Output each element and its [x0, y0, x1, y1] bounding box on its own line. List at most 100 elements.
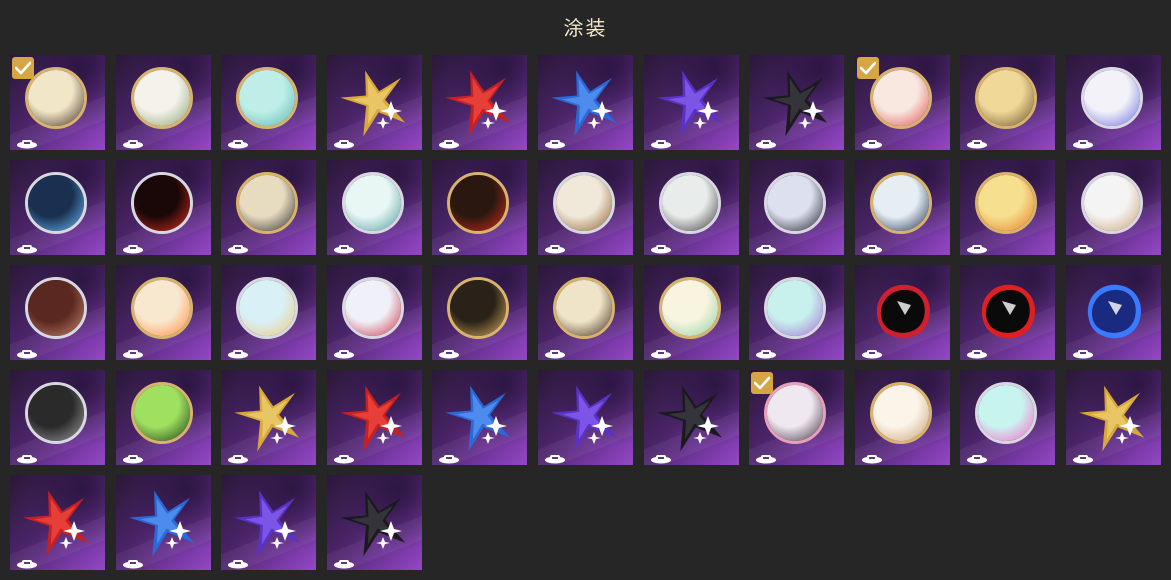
vehicle-icon — [966, 344, 988, 359]
skin-tile[interactable] — [537, 370, 633, 465]
emblem-red-flame-icon — [130, 172, 193, 234]
skin-tile[interactable] — [854, 55, 950, 150]
skin-tile[interactable] — [10, 160, 105, 255]
skin-tile[interactable] — [10, 55, 105, 150]
star-purple-icon — [233, 485, 305, 557]
vehicle-icon — [122, 134, 144, 149]
vehicle-icon — [438, 449, 460, 464]
vehicle-icon — [650, 344, 672, 359]
skin-tile[interactable] — [115, 160, 211, 255]
vehicle-icon — [1072, 344, 1094, 359]
skin-tile[interactable] — [537, 160, 633, 255]
skin-tile[interactable] — [854, 265, 950, 360]
vehicle-icon — [755, 239, 777, 254]
skin-grid — [10, 55, 1161, 570]
emblem-blonde-girl-icon — [236, 277, 299, 339]
emblem-gold-rocket-icon — [447, 277, 510, 339]
vehicle-icon — [438, 239, 460, 254]
skin-tile[interactable] — [1065, 265, 1161, 360]
skin-tile[interactable] — [1065, 160, 1161, 255]
skin-tile[interactable] — [115, 475, 211, 570]
vehicle-icon — [544, 449, 566, 464]
skin-tile[interactable] — [115, 370, 211, 465]
vehicle-icon — [16, 554, 38, 569]
emblem-gold-claw-icon — [552, 277, 615, 339]
star-red-icon — [444, 65, 516, 137]
vehicle-icon — [122, 449, 144, 464]
skin-tile[interactable] — [643, 265, 739, 360]
skin-tile[interactable] — [221, 475, 317, 570]
skin-tile[interactable] — [854, 370, 950, 465]
skin-tile[interactable] — [326, 370, 422, 465]
skin-tile[interactable] — [10, 475, 105, 570]
vehicle-icon — [544, 134, 566, 149]
skin-tile[interactable] — [10, 370, 105, 465]
skin-tile[interactable] — [326, 265, 422, 360]
red-masked-hero-icon — [972, 275, 1044, 347]
star-black-icon — [656, 380, 728, 452]
checkmark-icon — [12, 57, 34, 79]
emblem-chibi-group-icon — [1080, 172, 1143, 234]
star-blue-icon — [444, 380, 516, 452]
skin-tile[interactable] — [749, 160, 845, 255]
skin-tile[interactable] — [643, 160, 739, 255]
star-blue-icon — [550, 65, 622, 137]
vehicle-icon — [16, 449, 38, 464]
skin-tile[interactable] — [643, 370, 739, 465]
emblem-mint-dragon-icon — [341, 172, 404, 234]
star-gold-icon — [1078, 380, 1150, 452]
vehicle-icon — [861, 134, 883, 149]
skin-tile[interactable] — [221, 265, 317, 360]
skin-tile[interactable] — [326, 55, 422, 150]
skin-tile[interactable] — [749, 55, 845, 150]
vehicle-icon — [227, 449, 249, 464]
skin-tile[interactable] — [432, 160, 528, 255]
star-black-icon — [339, 485, 411, 557]
skin-tile[interactable] — [221, 370, 317, 465]
skin-tile[interactable] — [326, 475, 422, 570]
emblem-cream-dog-icon — [869, 382, 932, 444]
skin-tile[interactable] — [432, 55, 528, 150]
skin-tile[interactable] — [749, 370, 845, 465]
skin-tile[interactable] — [643, 55, 739, 150]
vehicle-icon — [861, 239, 883, 254]
skin-tile[interactable] — [10, 265, 105, 360]
skin-tile[interactable] — [1065, 55, 1161, 150]
page-title: 涂装 — [563, 16, 608, 40]
vehicle-icon — [227, 344, 249, 359]
skin-tile[interactable] — [960, 370, 1056, 465]
vehicle-icon — [333, 554, 355, 569]
emblem-twin-girls-icon — [25, 277, 87, 339]
vehicle-icon — [438, 344, 460, 359]
skin-tile[interactable] — [960, 55, 1056, 150]
skin-tile[interactable] — [854, 160, 950, 255]
vehicle-icon — [122, 344, 144, 359]
skin-tile[interactable] — [115, 55, 211, 150]
skin-tile[interactable] — [960, 160, 1056, 255]
skin-tile[interactable] — [432, 370, 528, 465]
skin-tile[interactable] — [1065, 370, 1161, 465]
skin-tile[interactable] — [960, 265, 1056, 360]
emblem-warrior-icon — [552, 172, 615, 234]
skin-tile[interactable] — [537, 55, 633, 150]
vehicle-icon — [227, 239, 249, 254]
skin-tile[interactable] — [432, 265, 528, 360]
vehicle-icon — [861, 344, 883, 359]
emblem-dark-ruins-icon — [25, 382, 87, 444]
emblem-green-pixel-icon — [130, 382, 193, 444]
emblem-orange-hair-player-icon — [975, 172, 1038, 234]
skin-tile[interactable] — [115, 265, 211, 360]
emblem-aqua-gem-icon — [764, 277, 827, 339]
skin-tile[interactable] — [326, 160, 422, 255]
checkmark-icon — [856, 57, 879, 79]
vehicle-icon — [333, 239, 355, 254]
emblem-pink-cat-icon — [975, 382, 1038, 444]
emblem-winged-crest-icon — [1080, 67, 1143, 129]
emblem-red-bird-icon — [447, 172, 510, 234]
skin-tile[interactable] — [221, 55, 317, 150]
skin-tile[interactable] — [749, 265, 845, 360]
emblem-dark-hair-boy-icon — [764, 172, 827, 234]
vehicle-icon — [333, 449, 355, 464]
skin-tile[interactable] — [221, 160, 317, 255]
skin-tile[interactable] — [537, 265, 633, 360]
